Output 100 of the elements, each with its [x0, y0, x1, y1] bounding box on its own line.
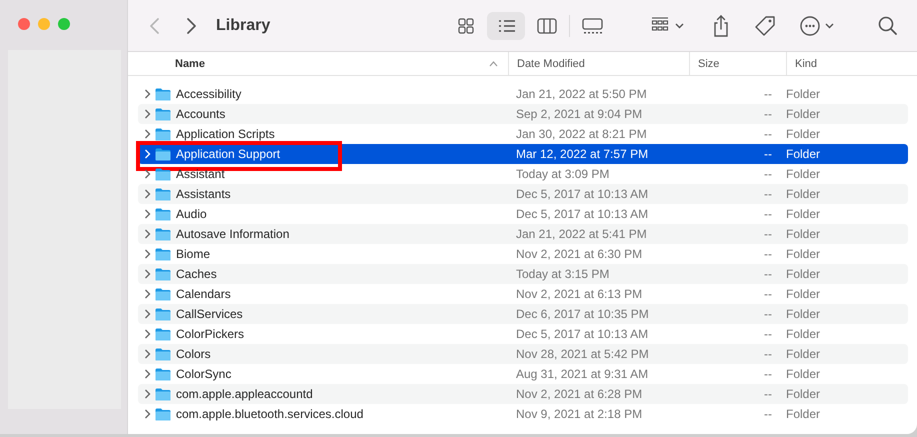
file-kind: Folder	[786, 87, 822, 101]
date-modified: Today at 3:15 PM	[515, 267, 610, 281]
row-background[interactable]: Accounts Sep 2, 2021 at 9:04 PM -- Folder	[138, 104, 908, 124]
folder-icon	[155, 348, 171, 360]
date-modified: Nov 2, 2021 at 6:13 PM	[515, 287, 644, 301]
file-size: --	[763, 147, 773, 161]
date-modified: Nov 28, 2021 at 5:42 PM	[515, 347, 650, 361]
date-modified: Dec 5, 2017 at 10:13 AM	[515, 327, 650, 341]
file-size: --	[763, 207, 773, 221]
file-size: --	[763, 407, 773, 421]
file-size: --	[763, 127, 773, 141]
file-kind: Folder	[786, 347, 822, 361]
file-name: ColorSync	[176, 367, 232, 381]
file-kind: Folder	[786, 287, 822, 301]
row-background[interactable]: CallServices Dec 6, 2017 at 10:35 PM -- Folder	[138, 304, 908, 324]
file-kind: Folder	[786, 107, 822, 121]
file-name: Biome	[176, 247, 210, 261]
row-background[interactable]: Assistants Dec 5, 2017 at 10:13 AM -- Folder	[138, 184, 908, 204]
date-modified: Jan 30, 2022 at 8:21 PM	[515, 127, 648, 141]
sort-caret-icon	[489, 60, 498, 66]
date-modified: Dec 5, 2017 at 10:13 AM	[515, 207, 650, 221]
folder-icon	[155, 368, 171, 380]
file-name: Calendars	[176, 287, 231, 301]
file-kind: Folder	[786, 247, 822, 261]
file-name: Colors	[176, 347, 211, 361]
file-name: Assistant	[176, 167, 225, 181]
folder-icon	[155, 148, 171, 160]
file-name: ColorPickers	[176, 327, 244, 341]
file-size: --	[763, 87, 773, 101]
folder-icon	[155, 328, 171, 340]
file-kind: Folder	[786, 307, 822, 321]
file-kind: Folder	[786, 387, 822, 401]
file-size: --	[763, 307, 773, 321]
forward-button[interactable]	[184, 16, 198, 36]
date-modified: Sep 2, 2021 at 9:04 PM	[515, 107, 644, 121]
file-kind: Folder	[786, 407, 822, 421]
date-modified: Mar 12, 2022 at 7:57 PM	[515, 147, 650, 161]
file-kind: Folder	[786, 267, 822, 281]
file-kind: Folder	[786, 147, 822, 161]
file-name: com.apple.bluetooth.services.cloud	[176, 407, 364, 421]
date-modified: Jan 21, 2022 at 5:41 PM	[515, 227, 648, 241]
folder-icon	[155, 108, 171, 120]
column-header[interactable]: Name	[175, 58, 205, 70]
folder-icon	[155, 308, 171, 320]
file-size: --	[763, 187, 773, 201]
file-kind: Folder	[786, 167, 822, 181]
file-size: --	[763, 247, 773, 261]
file-name: Autosave Information	[176, 227, 290, 241]
file-size: --	[763, 267, 773, 281]
file-name: Accessibility	[176, 87, 242, 101]
date-modified: Nov 9, 2021 at 2:18 PM	[515, 407, 644, 421]
date-modified: Dec 5, 2017 at 10:13 AM	[515, 187, 650, 201]
folder-icon	[155, 388, 171, 400]
file-size: --	[763, 387, 773, 401]
file-size: --	[763, 287, 773, 301]
file-size: --	[763, 327, 773, 341]
file-name: Caches	[176, 267, 217, 281]
folder-icon	[155, 188, 171, 200]
file-size: --	[763, 107, 773, 121]
row-background[interactable]: Autosave Information Jan 21, 2022 at 5:41 PM -- Folder	[138, 224, 908, 244]
list-view-button[interactable]	[487, 12, 525, 40]
window-title: Library	[216, 16, 270, 34]
row-background[interactable]: Colors Nov 28, 2021 at 5:42 PM -- Folder	[138, 344, 908, 364]
date-modified: Dec 6, 2017 at 10:35 PM	[515, 307, 650, 321]
column-header[interactable]: Kind	[795, 58, 818, 70]
file-size: --	[763, 167, 773, 181]
folder-icon	[155, 268, 171, 280]
date-modified: Nov 2, 2021 at 6:30 PM	[515, 247, 644, 261]
file-name: com.apple.appleaccountd	[176, 387, 313, 401]
folder-icon	[155, 208, 171, 220]
file-kind: Folder	[786, 127, 822, 141]
file-name: Application Support	[176, 147, 280, 161]
date-modified: Nov 2, 2021 at 6:28 PM	[515, 387, 644, 401]
folder-icon	[155, 88, 171, 100]
folder-icon	[155, 288, 171, 300]
file-kind: Folder	[786, 227, 822, 241]
tag-icon[interactable]	[753, 14, 777, 38]
row-background[interactable]: com.apple.appleaccountd Nov 2, 2021 at 6:28 PM -- Folder	[138, 384, 908, 404]
folder-icon	[155, 248, 171, 260]
file-size: --	[763, 347, 773, 361]
date-modified: Aug 31, 2021 at 9:31 AM	[515, 367, 650, 381]
file-kind: Folder	[786, 367, 822, 381]
file-name: Audio	[176, 207, 207, 221]
folder-icon	[155, 128, 171, 140]
file-kind: Folder	[786, 207, 822, 221]
file-kind: Folder	[786, 327, 822, 341]
file-name: Application Scripts	[176, 127, 275, 141]
search-icon[interactable]	[877, 14, 899, 36]
column-header[interactable]: Date Modified	[517, 58, 585, 70]
date-modified: Jan 21, 2022 at 5:50 PM	[515, 87, 648, 101]
file-size: --	[763, 227, 773, 241]
selected-row[interactable]: Application Support Mar 12, 2022 at 7:57 PM -- Folder	[138, 144, 908, 164]
file-name: Accounts	[176, 107, 226, 121]
column-header[interactable]: Size	[698, 58, 720, 70]
folder-icon	[155, 228, 171, 240]
file-kind: Folder	[786, 187, 822, 201]
file-name: Assistants	[176, 187, 231, 201]
row-background[interactable]: Caches Today at 3:15 PM -- Folder	[138, 264, 908, 284]
file-name: CallServices	[176, 307, 243, 321]
date-modified: Today at 3:09 PM	[515, 167, 610, 181]
